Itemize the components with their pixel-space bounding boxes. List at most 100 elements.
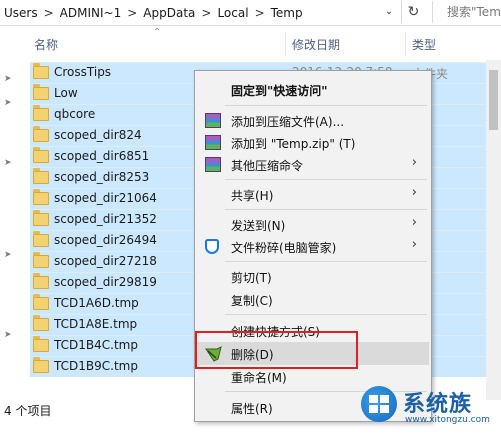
pin-icon: ➤ — [4, 98, 12, 108]
breadcrumb-separator-icon[interactable]: > — [201, 6, 211, 20]
pin-icon: ➤ — [4, 250, 12, 260]
file-name: scoped_dir8253 — [54, 170, 150, 184]
menu-item-cut[interactable]: 剪切(T) — [197, 265, 429, 288]
search-input[interactable]: 搜索"Tem — [432, 1, 501, 23]
menu-item-label: 复制(C) — [231, 294, 273, 308]
winrar-icon — [205, 157, 221, 172]
menu-item-share[interactable]: 共享(H) › — [197, 183, 429, 206]
menu-item-label: 创建快捷方式(S) — [231, 325, 320, 339]
file-name: TCD1A6D.tmp — [54, 296, 139, 310]
address-history-chevron-icon[interactable]: ⌄ — [381, 4, 397, 20]
folder-icon — [33, 147, 49, 163]
watermark: 系统族 www.xitongzu.com — [361, 382, 501, 430]
submenu-arrow-icon: › — [411, 237, 417, 252]
menu-item-label: 剪切(T) — [231, 271, 272, 285]
breadcrumb-separator-icon[interactable]: > — [255, 6, 265, 20]
menu-item-add-to-temp-zip[interactable]: 添加到 "Temp.zip" (T) — [197, 131, 429, 154]
folder-icon — [33, 252, 49, 268]
context-menu: 固定到"快速访问" 添加到压缩文件(A)... 添加到 "Temp.zip" (… — [194, 70, 432, 422]
breadcrumb-separator-icon[interactable]: > — [127, 6, 137, 20]
breadcrumb-item[interactable]: Temp — [271, 6, 303, 20]
shield-icon — [205, 239, 219, 254]
file-name: CrossTips — [54, 65, 112, 79]
menu-separator — [225, 314, 427, 315]
breadcrumb-item[interactable]: ADMINI~1 — [60, 6, 122, 20]
breadcrumb-item[interactable]: AppData — [143, 6, 195, 20]
pin-icon: ➤ — [4, 330, 12, 340]
folder-icon — [33, 315, 49, 331]
menu-item-label: 重命名(M) — [231, 371, 287, 385]
file-name: scoped_dir26494 — [54, 233, 157, 247]
menu-item-label: 其他压缩命令 — [231, 159, 304, 173]
folder-icon — [33, 231, 49, 247]
menu-item-label: 固定到"快速访问" — [231, 84, 328, 98]
pin-icon: ➤ — [4, 74, 12, 84]
menu-item-label: 文件粉碎(电脑管家) — [231, 241, 337, 255]
column-divider[interactable] — [405, 32, 406, 56]
menu-separator — [225, 105, 427, 106]
item-count: 4 个项目 — [4, 404, 52, 418]
folder-icon — [33, 63, 49, 79]
column-header-name[interactable]: 名称 — [34, 36, 58, 53]
vertical-scrollbar[interactable] — [486, 60, 501, 400]
folder-icon — [33, 126, 49, 142]
file-name: scoped_dir27218 — [54, 254, 157, 268]
menu-item-copy[interactable]: 复制(C) — [197, 288, 429, 311]
breadcrumb-item[interactable]: Users — [4, 6, 38, 20]
file-name: scoped_dir21352 — [54, 212, 157, 226]
column-header-type[interactable]: 类型 — [412, 36, 436, 53]
watermark-url: www.xitongzu.com — [405, 415, 490, 425]
winrar-icon — [205, 113, 221, 128]
file-name: TCD1A8E.tmp — [54, 317, 138, 331]
menu-item-label: 添加到 "Temp.zip" (T) — [231, 137, 356, 151]
menu-item-send-to[interactable]: 发送到(N) › — [197, 213, 429, 236]
menu-item-label: 发送到(N) — [231, 219, 286, 233]
folder-icon — [33, 273, 49, 289]
column-header-date[interactable]: 修改日期 — [292, 36, 340, 53]
menu-item-label: 删除(D) — [231, 348, 274, 362]
menu-item-label: 添加到压缩文件(A)... — [231, 115, 345, 129]
address-bar[interactable]: Users > ADMINI~1 > AppData > Local > Tem… — [0, 0, 501, 26]
folder-icon — [33, 168, 49, 184]
folder-icon — [33, 84, 49, 100]
winrar-icon — [205, 135, 221, 150]
delete-icon — [205, 346, 222, 362]
submenu-arrow-icon: › — [411, 155, 417, 170]
pin-icon: ➤ — [4, 158, 12, 168]
menu-separator — [225, 261, 427, 262]
windows-logo-icon — [361, 386, 397, 422]
menu-item-other-compress[interactable]: 其他压缩命令 › — [197, 153, 429, 176]
menu-item-file-shredder[interactable]: 文件粉碎(电脑管家) › — [197, 235, 429, 258]
menu-item-add-to-archive[interactable]: 添加到压缩文件(A)... — [197, 109, 429, 132]
file-name: TCD1B9C.tmp — [54, 359, 138, 373]
folder-icon — [33, 294, 49, 310]
folder-icon — [33, 336, 49, 352]
breadcrumb-separator-icon[interactable]: > — [44, 6, 54, 20]
menu-item-create-shortcut[interactable]: 创建快捷方式(S) — [197, 319, 429, 342]
file-name: scoped_dir6851 — [54, 149, 150, 163]
menu-separator — [225, 179, 427, 180]
folder-icon — [33, 357, 49, 373]
column-headers: ⌃ 名称 修改日期 类型 — [0, 26, 501, 60]
folder-icon — [33, 210, 49, 226]
menu-item-delete[interactable]: 删除(D) — [197, 342, 429, 365]
file-name: scoped_dir824 — [54, 128, 142, 142]
menu-separator — [225, 209, 427, 210]
folder-icon — [33, 105, 49, 121]
menu-item-pin-quick-access[interactable]: 固定到"快速访问" — [197, 78, 429, 101]
submenu-arrow-icon: › — [411, 215, 417, 230]
breadcrumb: Users > ADMINI~1 > AppData > Local > Tem… — [4, 5, 303, 21]
navigation-pane: ➤ ➤ ➤ ➤ ➤ — [0, 60, 30, 400]
file-name: TCD1B4C.tmp — [54, 338, 138, 352]
breadcrumb-item[interactable]: Local — [217, 6, 248, 20]
scrollbar-thumb[interactable] — [489, 70, 498, 130]
menu-item-label: 共享(H) — [231, 189, 274, 203]
refresh-icon[interactable]: ↻ — [401, 1, 425, 23]
file-name: Low — [54, 86, 78, 100]
column-divider[interactable] — [285, 32, 286, 56]
folder-icon — [33, 189, 49, 205]
watermark-title: 系统族 — [403, 392, 473, 417]
file-name: qbcore — [54, 107, 96, 121]
file-name: scoped_dir21064 — [54, 191, 157, 205]
submenu-arrow-icon: › — [411, 185, 417, 200]
